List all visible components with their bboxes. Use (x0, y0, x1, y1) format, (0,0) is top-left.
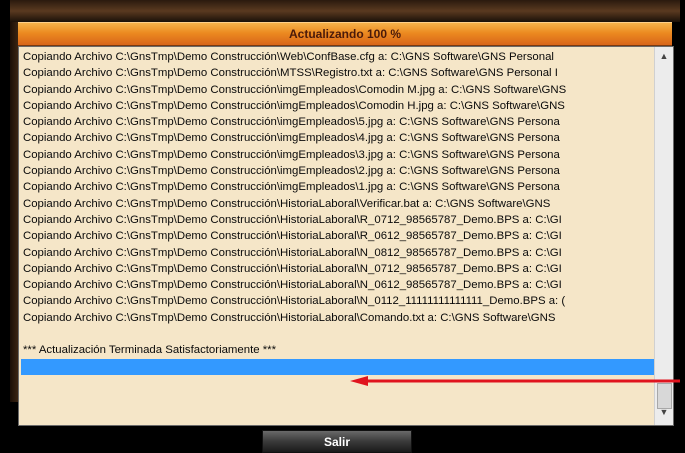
log-line: Copiando Archivo C:\GnsTmp\Demo Construc… (23, 83, 567, 96)
success-message: *** Actualización Terminada Satisfactori… (23, 344, 277, 357)
log-line: Copiando Archivo C:\GnsTmp\Demo Construc… (23, 51, 554, 63)
log-line: Copiando Archivo C:\GnsTmp\Demo Construc… (23, 246, 562, 259)
log-line: Copiando Archivo C:\GnsTmp\Demo Construc… (23, 311, 556, 324)
window-left-edge (10, 22, 18, 402)
scroll-up-icon[interactable]: ▲ (657, 51, 671, 61)
salir-button[interactable]: Salir (262, 430, 412, 453)
scroll-thumb[interactable] (657, 383, 672, 409)
progress-title-bar: Actualizando 100 % (18, 22, 672, 46)
log-line: Copiando Archivo C:\GnsTmp\Demo Construc… (23, 197, 551, 210)
red-arrow-icon (350, 376, 680, 386)
scroll-down-icon[interactable]: ▼ (657, 407, 671, 417)
log-line: Copiando Archivo C:\GnsTmp\Demo Construc… (23, 132, 560, 145)
log-line: Copiando Archivo C:\GnsTmp\Demo Construc… (23, 295, 566, 308)
vertical-scrollbar[interactable]: ▲ ▼ (654, 47, 673, 425)
log-line: Copiando Archivo C:\GnsTmp\Demo Construc… (23, 279, 562, 292)
log-line: Copiando Archivo C:\GnsTmp\Demo Construc… (23, 116, 560, 129)
progress-title: Actualizando 100 % (288, 27, 402, 41)
copy-log-listbox[interactable]: Copiando Archivo C:\GnsTmp\Demo Construc… (18, 46, 674, 426)
log-line: Copiando Archivo C:\GnsTmp\Demo Construc… (23, 99, 565, 112)
log-line: Copiando Archivo C:\GnsTmp\Demo Construc… (23, 262, 562, 275)
log-line: Copiando Archivo C:\GnsTmp\Demo Construc… (23, 230, 562, 243)
log-line: Copiando Archivo C:\GnsTmp\Demo Construc… (23, 165, 560, 178)
window-top-strip (10, 0, 680, 22)
log-line: Copiando Archivo C:\GnsTmp\Demo Construc… (23, 148, 560, 161)
log-blank-line (21, 326, 655, 342)
log-line: Copiando Archivo C:\GnsTmp\Demo Construc… (23, 67, 558, 80)
log-lines: Copiando Archivo C:\GnsTmp\Demo Construc… (21, 49, 655, 423)
selected-empty-line[interactable] (21, 358, 655, 375)
log-line: Copiando Archivo C:\GnsTmp\Demo Construc… (23, 213, 562, 226)
log-line: Copiando Archivo C:\GnsTmp\Demo Construc… (23, 181, 560, 194)
